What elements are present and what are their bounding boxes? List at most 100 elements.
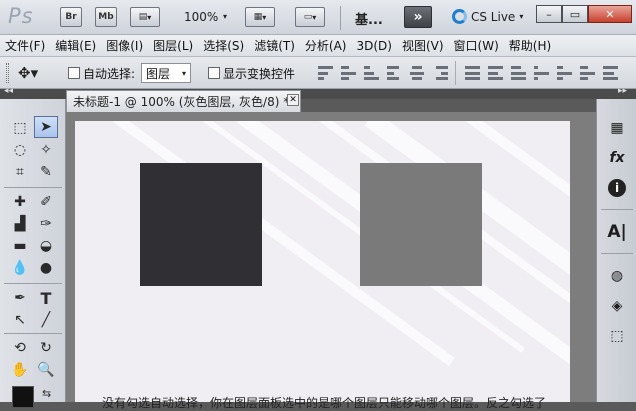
show-transform-checkbox[interactable] bbox=[208, 67, 220, 79]
view-extras-button[interactable]: ▤ ▾ bbox=[130, 7, 160, 27]
distribute-right-icon[interactable] bbox=[580, 66, 595, 80]
type-icon[interactable]: T bbox=[34, 287, 58, 309]
path-selection-icon[interactable]: ↖ bbox=[8, 309, 32, 331]
minimize-icon[interactable]: – bbox=[536, 5, 562, 23]
clone-stamp-icon[interactable]: ▟ bbox=[8, 213, 32, 235]
dark-gray-layer[interactable] bbox=[140, 163, 262, 286]
paths-icon[interactable]: ⬚ bbox=[605, 325, 629, 347]
collapse-left-icon[interactable]: ◂◂ bbox=[4, 86, 13, 96]
menu-filter[interactable]: 滤镜(T) bbox=[249, 37, 300, 54]
show-transform-label: 显示变换控件 bbox=[223, 67, 296, 81]
eraser-icon[interactable]: ▬ bbox=[8, 235, 32, 257]
3d-rotate-icon[interactable]: ⟲ bbox=[8, 337, 32, 359]
gray-layer[interactable] bbox=[360, 163, 482, 286]
distribute-left-icon[interactable] bbox=[534, 66, 549, 80]
layout-icon: ▦ bbox=[253, 12, 263, 22]
line-icon[interactable]: ╱ bbox=[34, 309, 58, 331]
zoom-level[interactable]: 100% bbox=[184, 10, 218, 24]
menu-layer[interactable]: 图层(L) bbox=[148, 37, 198, 54]
menu-help[interactable]: 帮助(H) bbox=[504, 37, 556, 54]
align-top-icon[interactable] bbox=[318, 66, 333, 80]
cs-live-icon bbox=[452, 9, 467, 24]
history-brush-icon[interactable]: ✑ bbox=[34, 213, 58, 235]
paint-bucket-icon[interactable]: ◒ bbox=[34, 235, 58, 257]
foreground-color-swatch[interactable] bbox=[12, 386, 34, 408]
menu-analysis[interactable]: 分析(A) bbox=[300, 37, 352, 54]
tools-panel: ⬚ ➤ ◌ ✧ ⌗ ✎ ✚ ✐ ▟ ✑ ▬ ◒ 💧 ● ✒ T ↖ ╱ ⟲ ↻ … bbox=[0, 99, 66, 408]
window-controls: – ▭ ✕ bbox=[536, 5, 632, 25]
menu-edit[interactable]: 编辑(E) bbox=[50, 37, 101, 54]
collapse-right-icon[interactable]: ▸▸ bbox=[618, 86, 627, 96]
align-right-icon[interactable] bbox=[433, 66, 448, 80]
crop-icon[interactable]: ⌗ bbox=[8, 161, 32, 183]
divider bbox=[4, 333, 62, 334]
workspace-essentials[interactable]: 基... bbox=[355, 9, 383, 28]
chevron-down-icon: ▾ bbox=[519, 12, 524, 21]
brush-icon[interactable]: ✐ bbox=[34, 191, 58, 213]
title-bar: Ps Br Mb ▤ ▾ 100% ▾ ▦ ▾ ▭ ▾ 基... » CS Live … bbox=[0, 0, 636, 35]
close-icon[interactable]: ✕ bbox=[588, 5, 632, 23]
lasso-icon[interactable]: ◌ bbox=[8, 139, 32, 161]
zoom-dropdown-icon[interactable]: ▾ bbox=[223, 12, 227, 21]
menu-bar: 文件(F) 编辑(E) 图像(I) 图层(L) 选择(S) 滤镜(T) 分析(A… bbox=[0, 35, 636, 57]
divider bbox=[455, 61, 456, 85]
histogram-icon[interactable]: ▦ bbox=[605, 117, 629, 139]
pen-icon[interactable]: ✒ bbox=[8, 287, 32, 309]
info-icon[interactable]: i bbox=[605, 177, 629, 199]
character-icon[interactable]: A| bbox=[605, 221, 629, 243]
magic-wand-icon[interactable]: ✧ bbox=[34, 139, 58, 161]
grip-handle[interactable] bbox=[6, 63, 9, 83]
eyedropper-icon[interactable]: ✎ bbox=[34, 161, 58, 183]
3d-orbit-icon[interactable]: ↻ bbox=[34, 337, 58, 359]
arrange-documents-button[interactable]: ▦ ▾ bbox=[245, 7, 275, 27]
align-bottom-icon[interactable] bbox=[364, 66, 379, 80]
close-icon[interactable]: ✕ bbox=[287, 94, 299, 106]
distribute-vcenter-icon[interactable] bbox=[488, 66, 503, 80]
expand-workspace-button[interactable]: » bbox=[404, 6, 432, 28]
blur-icon[interactable]: 💧 bbox=[8, 257, 32, 279]
restore-icon[interactable]: ▭ bbox=[562, 5, 588, 23]
document-tab[interactable]: 未标题-1 @ 100% (灰色图层, 灰色/8) * bbox=[66, 90, 301, 112]
chevron-down-icon: ▾ bbox=[147, 12, 152, 22]
bridge-button[interactable]: Br bbox=[60, 7, 82, 27]
menu-window[interactable]: 窗口(W) bbox=[449, 37, 504, 54]
menu-image[interactable]: 图像(I) bbox=[101, 37, 148, 54]
menu-file[interactable]: 文件(F) bbox=[0, 37, 50, 54]
menu-3d[interactable]: 3D(D) bbox=[351, 39, 396, 53]
mini-bridge-button[interactable]: Mb bbox=[95, 7, 117, 27]
screen-icon: ▭ bbox=[303, 12, 313, 22]
distribute-hcenter-icon[interactable] bbox=[557, 66, 572, 80]
auto-select-label: 自动选择: bbox=[83, 67, 136, 81]
align-hcenter-icon[interactable] bbox=[410, 66, 425, 80]
auto-select-checkbox[interactable] bbox=[68, 67, 80, 79]
align-left-icon[interactable] bbox=[387, 66, 402, 80]
cs-live-button[interactable]: CS Live ▾ bbox=[452, 9, 523, 24]
auto-align-icon[interactable] bbox=[603, 66, 618, 80]
menu-view[interactable]: 视图(V) bbox=[397, 37, 449, 54]
divider bbox=[4, 283, 62, 284]
healing-brush-icon[interactable]: ✚ bbox=[8, 191, 32, 213]
options-bar: ✥▾ 自动选择: 图层 ▾ 显示变换控件 bbox=[0, 57, 636, 89]
zoom-icon[interactable]: 🔍 bbox=[34, 359, 58, 381]
channels-icon[interactable]: ◍ bbox=[605, 265, 629, 287]
chevron-down-icon: ▾ bbox=[181, 68, 186, 78]
chevron-down-icon: ▾ bbox=[312, 12, 317, 22]
distribute-bottom-icon[interactable] bbox=[511, 66, 526, 80]
menu-select[interactable]: 选择(S) bbox=[198, 37, 249, 54]
move-icon[interactable]: ➤ bbox=[34, 116, 58, 138]
fx-icon[interactable]: fx bbox=[605, 147, 629, 169]
auto-select-dropdown[interactable]: 图层 ▾ bbox=[141, 63, 191, 83]
chevron-down-icon: ▾ bbox=[262, 12, 267, 22]
cs-live-label: CS Live bbox=[471, 9, 516, 24]
divider bbox=[4, 187, 62, 188]
move-tool-preset-icon[interactable]: ✥▾ bbox=[18, 64, 38, 82]
caption-text: 没有勾选自动选择，你在图层面板选中的是哪个图层只能移动哪个图层。反之勾选了 bbox=[102, 396, 547, 410]
swap-colors-icon[interactable]: ⇆ bbox=[42, 387, 51, 400]
hand-icon[interactable]: ✋ bbox=[8, 359, 32, 381]
screen-mode-button[interactable]: ▭ ▾ bbox=[295, 7, 325, 27]
marquee-icon[interactable]: ⬚ bbox=[8, 117, 32, 139]
dodge-icon[interactable]: ● bbox=[34, 257, 58, 279]
align-vcenter-icon[interactable] bbox=[341, 66, 356, 80]
distribute-top-icon[interactable] bbox=[465, 66, 480, 80]
layers-icon[interactable]: ◈ bbox=[605, 295, 629, 317]
